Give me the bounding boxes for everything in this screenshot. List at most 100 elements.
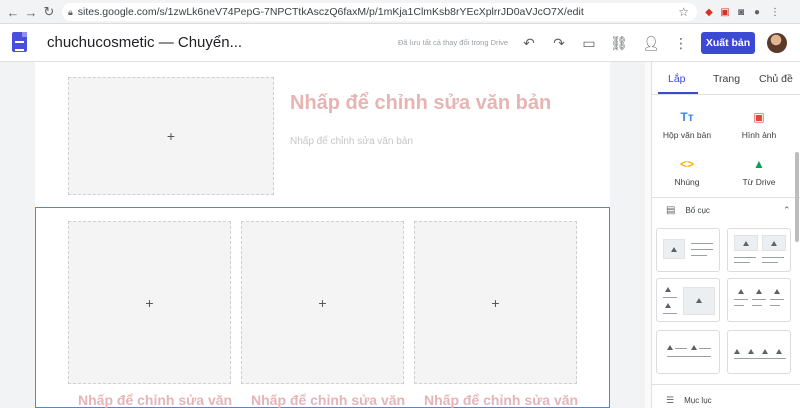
add-icon: + — [166, 128, 176, 144]
thumb-line — [675, 348, 687, 349]
page: + Nhấp để chỉnh sửa văn bản Nhấp để chỉn… — [35, 62, 610, 408]
layout-option-two-images[interactable] — [727, 228, 791, 272]
collapse-chevron-icon[interactable]: ⌃ — [783, 205, 791, 216]
embed-icon: <> — [679, 157, 694, 171]
mountain-icon — [762, 349, 768, 354]
section-three-columns[interactable]: + Nhấp để chỉnh sửa văn + Nhấp để chỉnh … — [35, 207, 610, 408]
column-heading[interactable]: Nhấp để chỉnh sửa văn — [78, 392, 232, 408]
thumb-line — [734, 305, 744, 306]
insert-panel: Lắp Trang Chủ đề Tт Hộp văn bản ▣ Hình ả… — [651, 62, 800, 408]
layout-icon: ▤ — [666, 205, 676, 216]
google-sites-logo-icon[interactable] — [12, 32, 27, 52]
more-options-icon[interactable]: ⋮ — [672, 34, 690, 52]
insert-text-box[interactable]: Tт Hộp văn bản — [652, 110, 722, 140]
mountain-icon — [774, 289, 780, 294]
panel-divider — [652, 384, 800, 385]
layout-option-text-columns[interactable] — [656, 330, 720, 374]
redo-icon[interactable]: ↷ — [550, 34, 568, 52]
thumb-line — [691, 243, 713, 244]
app-header: chuchucosmetic — Chuyển... Đã lưu tất cả… — [0, 24, 800, 62]
mountain-icon — [776, 349, 782, 354]
insert-image[interactable]: ▣ Hình ảnh — [724, 110, 794, 140]
editor-canvas: + Nhấp để chỉnh sửa văn bản Nhấp để chỉn… — [0, 62, 645, 408]
layout-heading: Bố cục — [685, 206, 710, 215]
thumb-line — [770, 299, 784, 300]
more-menu-icon[interactable]: ⋮ — [768, 5, 782, 19]
forward-icon[interactable]: → — [22, 3, 40, 21]
preview-devices-icon[interactable]: ▭ — [580, 34, 598, 52]
profile-avatar-icon[interactable]: ● — [750, 5, 764, 19]
mountain-icon — [665, 303, 671, 308]
image-placeholder[interactable]: + — [68, 77, 274, 195]
column-image-placeholder[interactable]: + — [68, 221, 231, 384]
column-heading[interactable]: Nhấp để chỉnh sửa văn — [251, 392, 405, 408]
column-image-placeholder[interactable]: + — [414, 221, 577, 384]
thumb-line — [691, 255, 707, 256]
column-image-placeholder[interactable]: + — [241, 221, 404, 384]
share-person-icon[interactable]: 👤︎ — [642, 34, 660, 52]
mountain-icon — [691, 345, 697, 350]
camera-icon[interactable]: ◙ — [734, 5, 748, 19]
layout-option-icon-grid[interactable] — [727, 330, 791, 374]
mountain-icon — [738, 289, 744, 294]
tab-pages[interactable]: Trang — [713, 73, 740, 85]
insert-label: Hộp văn bản — [662, 130, 712, 140]
add-icon: + — [318, 294, 327, 311]
layout-option-image-text[interactable] — [656, 228, 720, 272]
thumb-line — [667, 356, 711, 357]
layout-option-text-image[interactable] — [656, 278, 720, 322]
list-icon: ☰ — [666, 395, 675, 405]
lock-icon: 🔒︎ — [68, 6, 73, 17]
url-text: sites.google.com/s/1zwLk6neV74PepG-7NPCT… — [77, 6, 584, 18]
browser-toolbar: ← → ↻ 🔒︎ sites.google.com/s/1zwLk6neV74P… — [0, 0, 800, 24]
mountain-icon — [756, 289, 762, 294]
mountain-icon — [696, 298, 702, 303]
mountain-icon — [743, 241, 749, 246]
save-status: Đã lưu tất cả thay đổi trong Drive — [398, 38, 509, 47]
site-title[interactable]: chuchucosmetic — Chuyển... — [47, 34, 242, 51]
section-body-text[interactable]: Nhấp để chỉnh sửa văn bản — [290, 136, 413, 147]
link-icon[interactable]: ⛓ — [610, 34, 628, 52]
thumb-line — [762, 257, 784, 258]
thumb-line — [663, 297, 677, 298]
mountain-icon — [665, 287, 671, 292]
address-bar[interactable]: 🔒︎ sites.google.com/s/1zwLk6neV74PepG-7N… — [62, 3, 697, 21]
thumb-line — [734, 262, 750, 263]
bookmark-star-icon[interactable]: ☆ — [678, 5, 689, 19]
section-heading[interactable]: Nhấp để chỉnh sửa văn bản — [290, 92, 551, 115]
insert-embed[interactable]: <> Nhúng — [652, 157, 722, 187]
table-of-contents-item[interactable]: ☰ Mục lục — [666, 395, 712, 406]
extension-icon[interactable]: ◆ — [702, 5, 716, 19]
layout-option-three-cards[interactable] — [727, 278, 791, 322]
insert-from-drive[interactable]: ▲ Từ Drive — [724, 157, 794, 187]
publish-button[interactable]: Xuất bản — [701, 32, 755, 54]
thumb-line — [752, 299, 766, 300]
tab-themes[interactable]: Chủ đề — [759, 73, 793, 85]
thumb-line — [699, 348, 711, 349]
mountain-icon — [667, 345, 673, 350]
insert-label: Từ Drive — [742, 177, 776, 187]
column-heading[interactable]: Nhấp để chỉnh sửa văn — [424, 392, 578, 408]
drive-icon: ▲ — [753, 157, 765, 171]
reload-icon[interactable]: ↻ — [40, 3, 58, 21]
thumb-line — [770, 305, 780, 306]
thumb-line — [663, 313, 677, 314]
tab-insert[interactable]: Lắp — [668, 73, 686, 85]
tab-divider — [652, 94, 800, 95]
section-image-text[interactable]: + Nhấp để chỉnh sửa văn bản Nhấp để chỉn… — [35, 62, 610, 207]
back-icon[interactable]: ← — [4, 3, 22, 21]
add-icon: + — [491, 294, 500, 311]
thumb-line — [734, 299, 748, 300]
add-icon: + — [145, 294, 154, 311]
panel-scrollbar[interactable] — [795, 152, 799, 242]
undo-icon[interactable]: ↶ — [520, 34, 538, 52]
pocket-icon[interactable]: ▣ — [718, 5, 732, 19]
toc-label: Mục lục — [684, 396, 712, 405]
text-box-icon: Tт — [680, 110, 694, 124]
thumb-line — [734, 358, 786, 359]
insert-label: Nhúng — [674, 177, 700, 187]
mountain-icon — [771, 241, 777, 246]
layout-section-header[interactable]: ▤ Bố cục — [666, 205, 710, 216]
thumb-line — [734, 257, 756, 258]
avatar[interactable] — [767, 33, 787, 53]
